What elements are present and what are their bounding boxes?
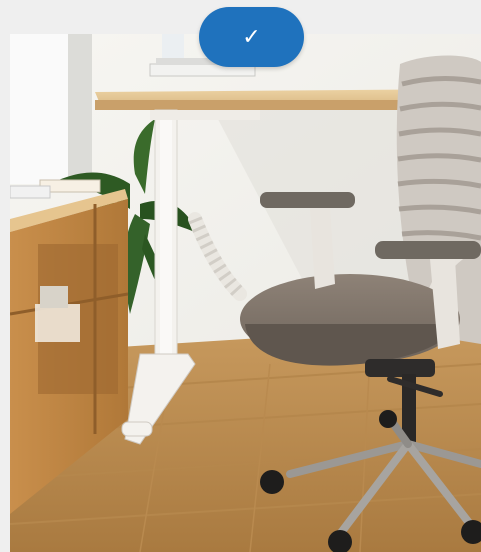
confirm-check-button[interactable]: ✓ [199,7,304,67]
window [10,34,68,184]
page: ✓ [0,0,481,552]
checkmark-icon: ✓ [242,24,261,50]
product-photo [10,34,481,552]
office-scene-illustration [10,34,481,552]
window-mullion [68,34,92,184]
